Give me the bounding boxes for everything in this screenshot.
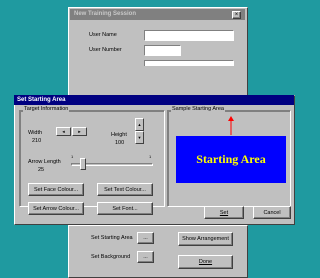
height-decrease-button[interactable]: ▼ <box>135 131 144 144</box>
arrow-length-value: 25 <box>38 167 45 173</box>
target-information-title: Target Information <box>23 106 70 113</box>
user-name-label: User Name <box>89 32 117 38</box>
set-label: Set <box>219 209 229 216</box>
set-button[interactable]: Set <box>204 206 244 219</box>
done-label: Done <box>198 259 213 265</box>
show-arrangement-label: Show Arrangement <box>182 236 229 242</box>
slider-thumb[interactable] <box>80 158 86 170</box>
set-starting-area-ellipsis-button[interactable]: ... <box>137 232 154 244</box>
up-arrow-icon: ▲ <box>137 122 142 127</box>
left-arrow-icon: ◄ <box>61 129 66 134</box>
close-icon: × <box>234 12 239 18</box>
arrow-up-icon <box>228 116 234 135</box>
show-arrangement-button[interactable]: Show Arrangement <box>178 232 233 246</box>
set-face-colour-label: Set Face Colour... <box>33 186 79 193</box>
set-face-colour-button[interactable]: Set Face Colour... <box>28 183 84 196</box>
user-name-input[interactable] <box>144 30 234 41</box>
done-button[interactable]: Done <box>178 255 233 269</box>
set-font-button[interactable]: Set Font... <box>97 202 153 215</box>
arrow-length-slider[interactable] <box>71 158 153 170</box>
user-number-label: User Number <box>89 47 122 53</box>
set-text-colour-button[interactable]: Set Text Colour... <box>97 183 153 196</box>
partial-input[interactable] <box>144 60 234 66</box>
user-number-input[interactable] <box>144 45 181 56</box>
height-increase-button[interactable]: ▲ <box>135 118 144 131</box>
sample-starting-area-title: Sample Starting Area <box>171 106 225 113</box>
height-label: Height <box>111 132 127 138</box>
close-button[interactable]: × <box>232 11 241 19</box>
set-background-ellipsis-button[interactable]: ... <box>137 251 154 263</box>
width-increase-button[interactable]: ► <box>72 127 87 136</box>
cancel-button[interactable]: Cancel <box>253 206 291 219</box>
sample-area-text: Starting Area <box>196 152 266 166</box>
sample-starting-area-box: Starting Area <box>176 136 286 183</box>
set-background-label: Set Background <box>91 254 131 260</box>
down-arrow-icon: ▼ <box>137 135 142 140</box>
arrow-length-label: Arrow Length <box>28 159 61 165</box>
set-arrow-colour-button[interactable]: Set Arrow Colour... <box>28 202 84 215</box>
dialog-title-bar: Set Starting Area <box>14 95 294 105</box>
set-arrow-colour-label: Set Arrow Colour... <box>33 205 79 212</box>
new-training-session-title-bar: New Training Session <box>70 9 245 20</box>
ellipsis-label: ... <box>143 235 148 241</box>
width-value: 210 <box>32 138 42 144</box>
window-title: New Training Session <box>74 11 137 17</box>
dialog-title: Set Starting Area <box>17 97 66 103</box>
cancel-label: Cancel <box>263 209 281 216</box>
ellipsis-label: ... <box>143 254 148 260</box>
right-arrow-icon: ► <box>77 129 82 134</box>
set-text-colour-label: Set Text Colour... <box>104 186 146 193</box>
set-font-label: Set Font... <box>112 205 138 212</box>
set-starting-area-label: Set Starting Area <box>91 235 133 241</box>
height-value: 100 <box>115 140 125 146</box>
width-decrease-button[interactable]: ◄ <box>56 127 71 136</box>
width-label: Width <box>28 130 43 136</box>
